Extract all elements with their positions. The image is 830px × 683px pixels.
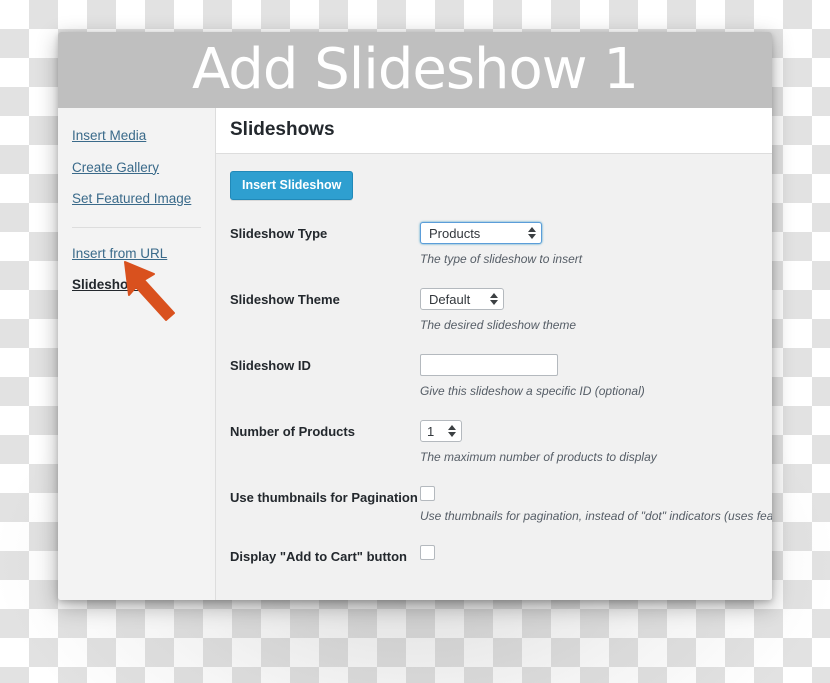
number-of-products-stepper[interactable]: 1: [420, 420, 462, 443]
label-slideshow-id: Slideshow ID: [230, 358, 311, 374]
label-use-thumbnails: Use thumbnails for Pagination: [230, 490, 418, 506]
sidebar-item-set-featured-image[interactable]: Set Featured Image: [58, 183, 215, 215]
form-row-slideshow-theme: Slideshow Theme Default The desired slid…: [230, 288, 772, 332]
sidebar-item-insert-media[interactable]: Insert Media: [58, 120, 215, 152]
window-header-band: Add Slideshow 1: [58, 32, 772, 108]
form-row-slideshow-id: Slideshow ID Give this slideshow a speci…: [230, 354, 772, 398]
label-slideshow-theme: Slideshow Theme: [230, 292, 340, 308]
add-slideshow-modal-window: Add Slideshow 1 Insert Media Create Gall…: [58, 32, 772, 600]
slideshow-theme-select[interactable]: Default: [420, 288, 504, 311]
display-add-to-cart-checkbox[interactable]: [420, 545, 435, 561]
sidebar-item-slideshows[interactable]: Slideshows: [58, 269, 215, 301]
page-title: Add Slideshow 1: [191, 37, 639, 102]
field-display-add-to-cart: [420, 545, 772, 561]
slideshow-type-select[interactable]: Products: [420, 222, 542, 245]
help-slideshow-id: Give this slideshow a specific ID (optio…: [420, 384, 645, 399]
stepper-arrows-icon: [490, 293, 498, 306]
form-row-display-add-to-cart: Display "Add to Cart" button: [230, 545, 772, 565]
help-use-thumbnails: Use thumbnails for pagination, instead o…: [420, 509, 772, 524]
help-slideshow-theme: The desired slideshow theme: [420, 318, 577, 333]
help-slideshow-type: The type of slideshow to insert: [420, 252, 583, 267]
use-thumbnails-checkbox[interactable]: [420, 486, 435, 502]
sidebar-item-insert-from-url[interactable]: Insert from URL: [58, 238, 215, 270]
number-of-products-value: 1: [427, 423, 435, 439]
help-number-of-products: The maximum number of products to displa…: [420, 450, 657, 465]
insert-slideshow-button[interactable]: Insert Slideshow: [230, 170, 354, 201]
field-slideshow-theme: Default The desired slideshow theme: [420, 288, 772, 332]
content-form: Insert Slideshow Slideshow Type Products…: [216, 154, 772, 566]
stepper-arrows-icon: [528, 227, 536, 240]
slideshow-type-value: Products: [429, 225, 481, 241]
label-number-of-products: Number of Products: [230, 424, 355, 440]
stepper-arrows-icon: [448, 425, 456, 438]
field-use-thumbnails: Use thumbnails for pagination, instead o…: [420, 486, 772, 523]
window-body: Insert Media Create Gallery Set Featured…: [58, 108, 772, 600]
label-slideshow-type: Slideshow Type: [230, 226, 328, 242]
field-number-of-products: 1 The maximum number of products to disp…: [420, 420, 772, 464]
form-row-number-of-products: Number of Products 1 The maximum number …: [230, 420, 772, 464]
content-header: Slideshows: [216, 108, 772, 154]
form-row-slideshow-type: Slideshow Type Products The type of slid…: [230, 222, 772, 266]
media-sidebar: Insert Media Create Gallery Set Featured…: [58, 108, 216, 600]
field-slideshow-type: Products The type of slideshow to insert: [420, 222, 772, 266]
content-heading: Slideshows: [230, 119, 335, 140]
form-row-use-thumbnails: Use thumbnails for Pagination Use thumbn…: [230, 486, 772, 523]
field-slideshow-id: Give this slideshow a specific ID (optio…: [420, 354, 772, 398]
content-pane: Slideshows Insert Slideshow Slideshow Ty…: [216, 108, 772, 600]
sidebar-item-create-gallery[interactable]: Create Gallery: [58, 152, 215, 184]
sidebar-divider: [72, 226, 201, 228]
slideshow-id-input[interactable]: [420, 354, 558, 377]
label-display-add-to-cart: Display "Add to Cart" button: [230, 549, 407, 565]
slideshow-theme-value: Default: [429, 291, 471, 307]
